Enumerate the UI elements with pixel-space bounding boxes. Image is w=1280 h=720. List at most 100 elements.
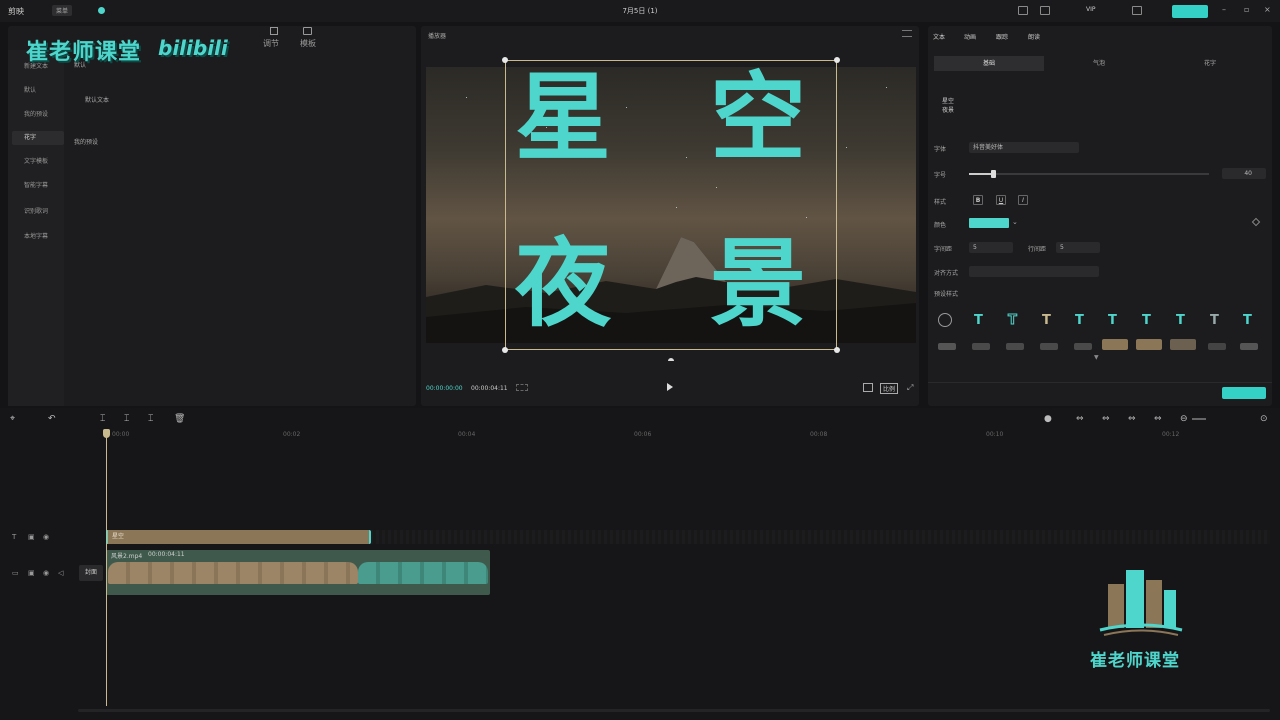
- size-slider-track[interactable]: [969, 173, 1209, 175]
- timecode-format-icon[interactable]: [516, 384, 528, 391]
- eye-icon[interactable]: ◉: [43, 569, 49, 577]
- preset-style-12[interactable]: [1006, 343, 1024, 350]
- preset-style-5[interactable]: T: [1108, 313, 1117, 328]
- eye-icon[interactable]: ◉: [43, 533, 49, 541]
- sidebar-item-text-template[interactable]: 文字模板: [12, 155, 64, 169]
- font-select[interactable]: 抖音美好体: [969, 142, 1079, 153]
- close-icon[interactable]: ×: [1264, 5, 1271, 14]
- link-icon[interactable]: ⇔: [1076, 414, 1084, 424]
- resize-handle-bottom-left[interactable]: [502, 347, 508, 353]
- preset-style-19[interactable]: [1240, 343, 1258, 350]
- size-value: 40: [1244, 170, 1252, 177]
- sidebar-item-fancy-text[interactable]: 花字: [12, 131, 64, 145]
- ratio-button[interactable]: 比例: [880, 383, 899, 394]
- preset-style-4[interactable]: T: [1075, 313, 1084, 328]
- split-right-icon[interactable]: ⌶: [148, 414, 153, 424]
- expand-icon[interactable]: ⤢: [907, 383, 913, 393]
- sidebar-item-default[interactable]: 默认: [12, 84, 64, 98]
- menu-button[interactable]: 菜单: [52, 5, 73, 16]
- preset-style-11[interactable]: [972, 343, 990, 350]
- sidebar-item-lyrics[interactable]: 识别歌词: [12, 205, 64, 219]
- split-icon[interactable]: ⌶: [100, 414, 105, 424]
- select-tool-icon[interactable]: ⌖: [10, 414, 15, 424]
- sidebar: [8, 50, 64, 406]
- preset-style-15[interactable]: [1102, 339, 1128, 350]
- timeline-settings-icon[interactable]: ⊙: [1260, 414, 1268, 424]
- lock-icon[interactable]: ▣: [28, 533, 35, 541]
- preset-style-13[interactable]: [1040, 343, 1058, 350]
- undo-icon[interactable]: ↶: [48, 414, 56, 424]
- maximize-icon[interactable]: ▫: [1244, 5, 1249, 14]
- ruler-label: 00:08: [810, 431, 828, 438]
- chevron-down-icon[interactable]: ⌄: [1012, 218, 1018, 226]
- play-icon[interactable]: [667, 383, 673, 391]
- default-text-item[interactable]: 默认文本: [85, 95, 109, 104]
- fullscreen-crop-icon[interactable]: [863, 383, 873, 392]
- preset-style-1[interactable]: T: [974, 313, 983, 328]
- preset-style-8[interactable]: T: [1210, 313, 1219, 328]
- apply-button[interactable]: [1222, 387, 1266, 399]
- resize-handle-top-right[interactable]: [834, 57, 840, 63]
- preset-style-3[interactable]: T: [1042, 313, 1051, 328]
- subtab-fancy[interactable]: 花字: [1154, 56, 1266, 71]
- layout-icon[interactable]: [1040, 6, 1050, 15]
- cover-button[interactable]: 封面: [79, 565, 103, 581]
- line-spacing-input[interactable]: 5: [1056, 242, 1100, 253]
- char-spacing-input[interactable]: 5: [969, 242, 1013, 253]
- zoom-out-icon[interactable]: ⊖: [1180, 414, 1188, 424]
- preset-style-17[interactable]: [1170, 339, 1196, 350]
- subtab-basic[interactable]: 基础: [934, 56, 1044, 71]
- linkage-icon[interactable]: ⇔: [1154, 414, 1162, 424]
- text-content-line1[interactable]: 星空: [942, 96, 954, 105]
- size-slider-handle[interactable]: [991, 170, 996, 178]
- lock-icon[interactable]: ▣: [28, 569, 35, 577]
- zoom-slider[interactable]: [1192, 418, 1206, 420]
- delete-icon[interactable]: 🗑: [174, 414, 185, 424]
- sidebar-item-local-caption[interactable]: 本地字幕: [12, 230, 64, 244]
- tab-animation[interactable]: 动画: [964, 32, 976, 41]
- export-button[interactable]: [1172, 5, 1208, 18]
- rotate-handle[interactable]: [668, 358, 674, 361]
- tab-tracking[interactable]: 跟踪: [996, 32, 1008, 41]
- preset-style-10[interactable]: [938, 343, 956, 350]
- snap-icon[interactable]: ⇔: [1102, 414, 1110, 424]
- minimize-icon[interactable]: –: [1222, 5, 1226, 14]
- tab-template[interactable]: 模板: [293, 38, 323, 49]
- split-left-icon[interactable]: ⌶: [124, 414, 129, 424]
- subtab-bubble[interactable]: 气泡: [1044, 56, 1154, 71]
- tab-adjust[interactable]: 调节: [256, 38, 286, 49]
- color-swatch[interactable]: [969, 218, 1009, 228]
- text-content-line2[interactable]: 夜景: [942, 105, 954, 114]
- expand-presets-icon[interactable]: ▼: [1094, 354, 1099, 361]
- microphone-icon[interactable]: ●: [1044, 414, 1052, 424]
- mute-icon[interactable]: ◁: [58, 569, 63, 577]
- preset-style-6[interactable]: T: [1142, 313, 1151, 328]
- underline-button[interactable]: U: [996, 195, 1006, 205]
- preset-style-18[interactable]: [1208, 343, 1226, 350]
- tab-text[interactable]: 文本: [933, 32, 945, 41]
- horizontal-scrollbar[interactable]: [78, 709, 1270, 712]
- shortcut-icon[interactable]: [1018, 6, 1028, 15]
- bold-button[interactable]: B: [973, 195, 983, 205]
- tab-read-aloud[interactable]: 朗读: [1028, 32, 1040, 41]
- playhead[interactable]: [106, 432, 107, 706]
- text-selection-box[interactable]: [505, 60, 837, 350]
- player-menu-icon[interactable]: [902, 30, 912, 37]
- no-style-icon[interactable]: [938, 313, 952, 327]
- share-icon[interactable]: [1132, 6, 1142, 15]
- align-options[interactable]: [969, 266, 1099, 277]
- preset-style-14[interactable]: [1074, 343, 1092, 350]
- sidebar-item-my-presets[interactable]: 我的预设: [12, 108, 64, 122]
- sidebar-item-smart-caption[interactable]: 智能字幕: [12, 179, 64, 193]
- italic-button[interactable]: I: [1018, 195, 1028, 205]
- preset-style-16[interactable]: [1136, 339, 1162, 350]
- resize-handle-top-left[interactable]: [502, 57, 508, 63]
- vip-badge[interactable]: VIP: [1086, 6, 1096, 13]
- preset-style-9[interactable]: T: [1243, 313, 1252, 328]
- preview-axis-icon[interactable]: ⇔: [1128, 414, 1136, 424]
- preset-style-7[interactable]: T: [1176, 313, 1185, 328]
- text-clip[interactable]: 星空: [106, 530, 371, 544]
- preset-style-2[interactable]: T: [1008, 313, 1018, 329]
- resize-handle-bottom-right[interactable]: [834, 347, 840, 353]
- size-input[interactable]: 40: [1222, 168, 1266, 179]
